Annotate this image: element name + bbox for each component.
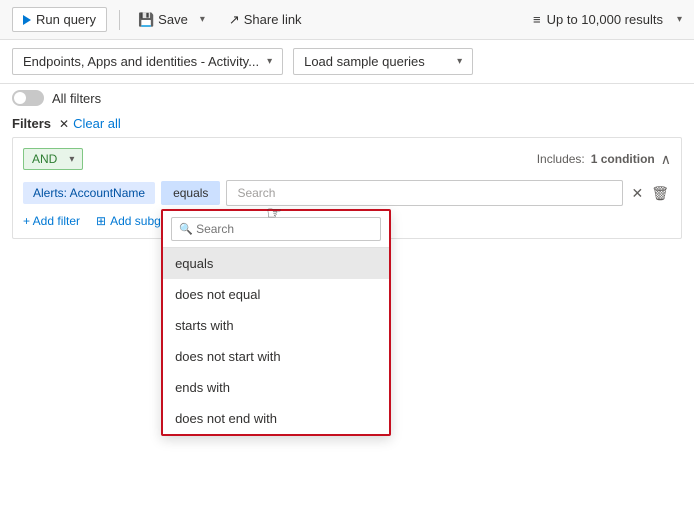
filter-area-header: AND ▾ Includes: 1 condition ∧ bbox=[23, 148, 671, 170]
value-search-button[interactable]: Search bbox=[226, 180, 623, 206]
filters-title: Filters bbox=[12, 116, 51, 131]
search-icon: 🔍 bbox=[179, 223, 193, 236]
field-badge: Alerts: AccountName bbox=[23, 182, 155, 204]
equals-button[interactable]: equals bbox=[161, 181, 220, 205]
filter-row: Alerts: AccountName equals ☞ 🔍 equals bbox=[23, 180, 671, 206]
equals-label: equals bbox=[173, 186, 208, 200]
sample-queries-label: Load sample queries bbox=[304, 54, 425, 69]
filter-area: AND ▾ Includes: 1 condition ∧ Alerts: Ac… bbox=[12, 137, 682, 239]
toggle-row: All filters bbox=[0, 84, 694, 112]
save-chevron-icon: ▾ bbox=[200, 14, 205, 25]
all-filters-toggle[interactable] bbox=[12, 90, 44, 106]
play-icon bbox=[23, 15, 31, 25]
close-filter-button[interactable]: ✕ bbox=[629, 183, 645, 204]
add-filter-label: + Add filter bbox=[23, 214, 80, 228]
toggle-knob bbox=[14, 92, 26, 104]
operator-item-does-not-equal[interactable]: does not equal bbox=[163, 279, 389, 310]
sample-queries-dropdown[interactable]: Load sample queries ▾ bbox=[293, 48, 473, 75]
operator-item-does-not-end-with[interactable]: does not end with bbox=[163, 403, 389, 434]
toolbar-right: ≡ Up to 10,000 results ▾ bbox=[533, 12, 682, 27]
clear-all-label: Clear all bbox=[73, 116, 121, 131]
and-label: AND bbox=[32, 152, 57, 166]
includes-label: Includes: bbox=[537, 152, 585, 166]
operator-item-equals[interactable]: equals bbox=[163, 248, 389, 279]
share-link-label: Share link bbox=[244, 12, 302, 27]
dropdown-list: equals does not equal starts with does n… bbox=[163, 248, 389, 434]
dropdown-search-box: 🔍 bbox=[163, 211, 389, 248]
operator-item-starts-with[interactable]: starts with bbox=[163, 310, 389, 341]
endpoint-dropdown-label: Endpoints, Apps and identities - Activit… bbox=[23, 54, 259, 69]
operator-dropdown: 🔍 equals does not equal starts with does… bbox=[161, 209, 391, 436]
run-query-label: Run query bbox=[36, 12, 96, 27]
clear-all-x-icon: ✕ bbox=[59, 117, 69, 131]
value-search-placeholder: Search bbox=[237, 186, 275, 200]
endpoint-chevron-icon: ▾ bbox=[267, 56, 272, 67]
condition-count: 1 condition bbox=[591, 152, 655, 166]
clear-all-button[interactable]: ✕ Clear all bbox=[59, 116, 121, 131]
toolbar-left: Run query 💾 Save ▾ ↗ Share link bbox=[12, 7, 308, 32]
delete-filter-button[interactable]: 🗑 bbox=[649, 183, 671, 204]
run-query-button[interactable]: Run query bbox=[12, 7, 107, 32]
filters-header: Filters ✕ Clear all bbox=[0, 112, 694, 137]
and-chevron-icon: ▾ bbox=[69, 154, 74, 165]
and-button[interactable]: AND ▾ bbox=[23, 148, 83, 170]
operator-container: equals ☞ 🔍 equals does not equal starts … bbox=[161, 181, 220, 205]
save-icon: 💾 bbox=[138, 12, 154, 28]
selector-row: Endpoints, Apps and identities - Activit… bbox=[0, 40, 694, 84]
share-icon: ↗ bbox=[229, 12, 240, 28]
results-icon: ≡ bbox=[533, 12, 541, 27]
operator-item-does-not-start-with[interactable]: does not start with bbox=[163, 341, 389, 372]
sample-queries-chevron-icon: ▾ bbox=[457, 56, 462, 67]
includes-info: Includes: 1 condition ∧ bbox=[537, 151, 671, 168]
toolbar: Run query 💾 Save ▾ ↗ Share link ≡ Up to … bbox=[0, 0, 694, 40]
save-label: Save bbox=[158, 12, 188, 27]
results-label: Up to 10,000 results bbox=[547, 12, 663, 27]
save-button[interactable]: 💾 Save ▾ bbox=[132, 8, 211, 32]
share-link-button[interactable]: ↗ Share link bbox=[223, 8, 308, 32]
endpoint-dropdown[interactable]: Endpoints, Apps and identities - Activit… bbox=[12, 48, 283, 75]
operator-item-ends-with[interactable]: ends with bbox=[163, 372, 389, 403]
filter-actions: ✕ 🗑 bbox=[629, 183, 671, 204]
all-filters-label: All filters bbox=[52, 91, 101, 106]
search-wrapper: 🔍 bbox=[171, 217, 381, 241]
dropdown-search-input[interactable] bbox=[171, 217, 381, 241]
toolbar-divider bbox=[119, 10, 120, 30]
add-filter-button[interactable]: + Add filter bbox=[23, 214, 80, 228]
add-subgroup-icon: ⊞ bbox=[96, 214, 106, 228]
results-chevron-icon: ▾ bbox=[677, 14, 682, 25]
collapse-button[interactable]: ∧ bbox=[661, 151, 671, 168]
